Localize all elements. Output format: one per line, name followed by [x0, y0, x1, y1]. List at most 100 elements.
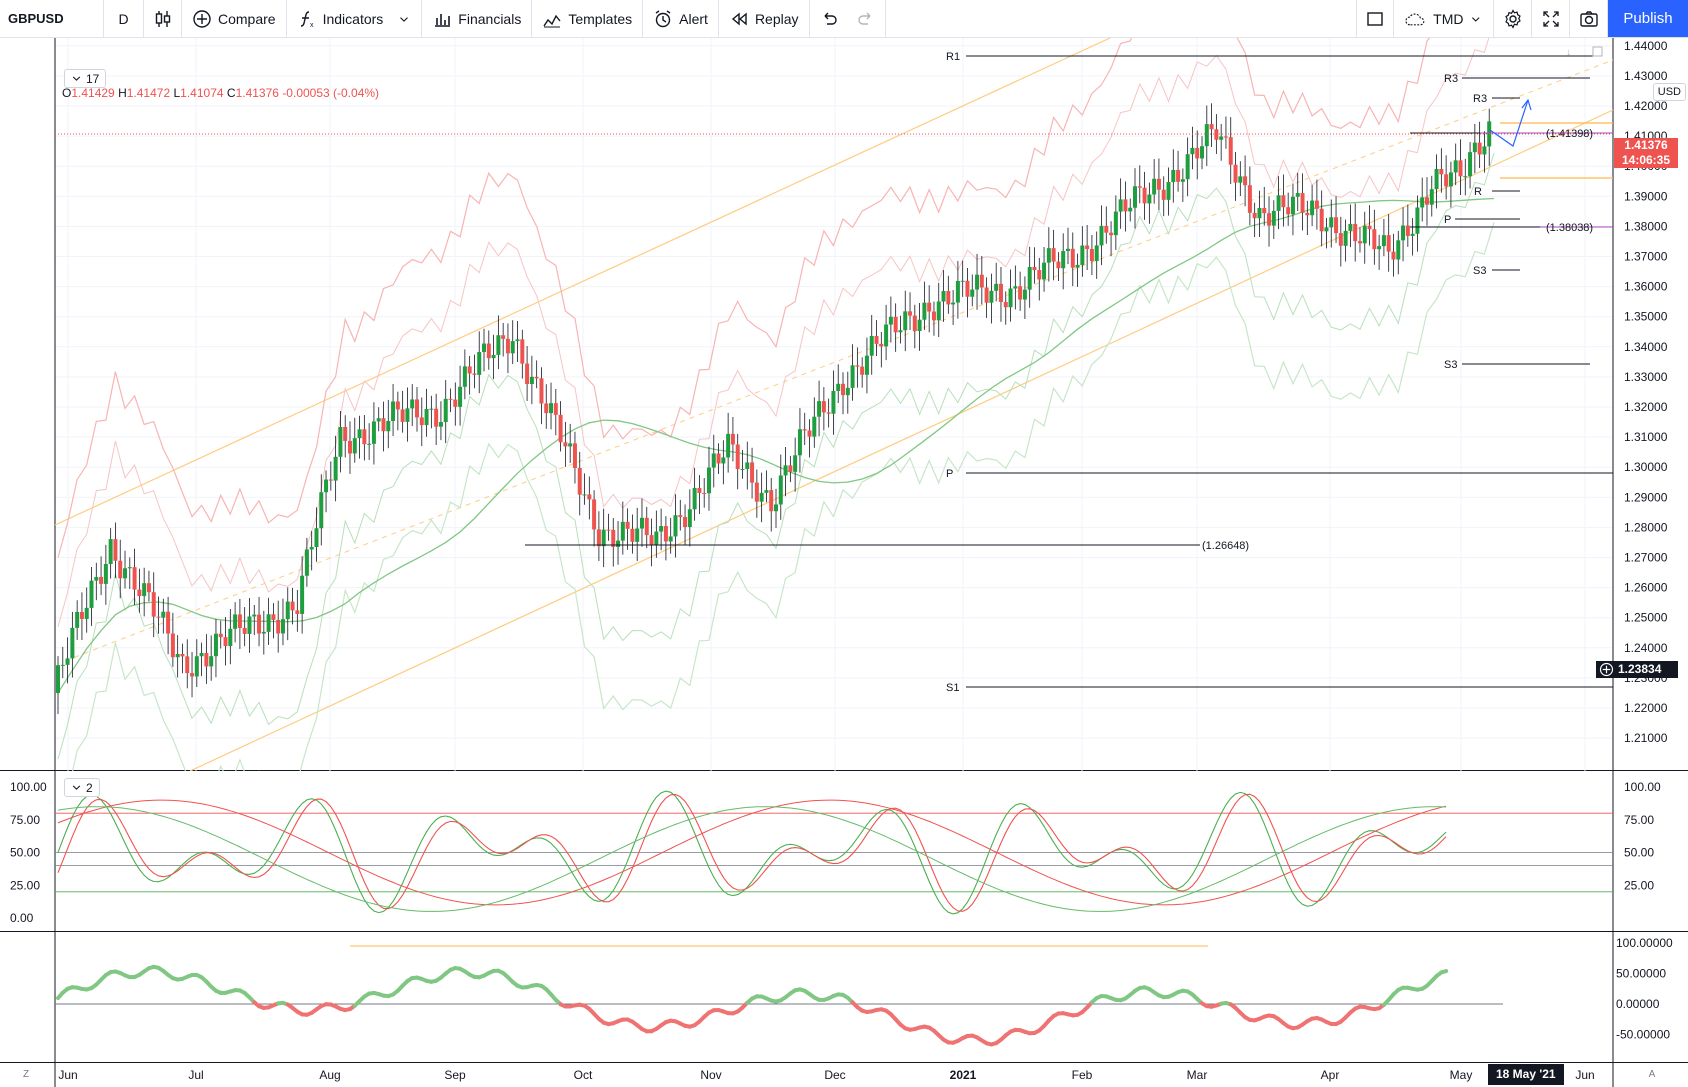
price-chart[interactable]: 1.440001.430001.420001.410001.400001.390… — [0, 38, 1688, 771]
time-axis-label: Mar — [1187, 1068, 1208, 1082]
snapshot-button[interactable] — [1570, 0, 1608, 37]
candle-body — [558, 414, 563, 443]
high-value: 1.41472 — [126, 86, 171, 100]
compare-button[interactable]: Compare — [182, 0, 287, 37]
square-layout-icon — [1367, 11, 1383, 26]
candle-body — [1037, 270, 1042, 280]
r-small-level-label: R — [1474, 186, 1482, 198]
price-axis-label: 1.31000 — [1624, 430, 1668, 444]
candle-up — [1185, 137, 1190, 197]
candle-body — [893, 316, 898, 333]
low-marker-label: (1.26648) — [1202, 540, 1249, 552]
candle-body — [1310, 200, 1315, 216]
candle-up — [654, 510, 659, 558]
zoom-button[interactable]: Z — [18, 1067, 34, 1083]
channel-lower-line — [189, 109, 1614, 771]
stochastic-pane[interactable]: 100.00 75.00 50.00 25.00 0.00 100.00 75.00 50.0… — [0, 771, 1688, 932]
candle-down — [1137, 165, 1142, 204]
momentum-pane[interactable]: 100.00000 50.00000 0.00000 -50.00000 — [0, 932, 1688, 1063]
candle-body — [1453, 160, 1458, 173]
candle-down — [1262, 186, 1267, 226]
candle-body — [247, 616, 252, 634]
indicators-button[interactable]: x Indicators — [287, 0, 423, 37]
settings-button[interactable] — [1494, 0, 1532, 37]
momentum-chart[interactable]: 100.00000 50.00000 0.00000 -50.00000 — [0, 932, 1688, 1063]
alert-button[interactable]: Alert — [643, 0, 719, 37]
currency-badge[interactable]: USD — [1652, 83, 1686, 101]
candle-body — [314, 528, 319, 547]
candle-body — [1319, 208, 1324, 232]
auto-scale-button[interactable]: A — [1644, 1067, 1660, 1083]
financials-button[interactable]: Financials — [422, 0, 533, 37]
candle-body — [261, 631, 266, 634]
interval-button[interactable]: D — [104, 0, 144, 37]
candle-down — [611, 518, 616, 567]
candle-body — [462, 366, 467, 387]
candle-body — [1156, 178, 1161, 190]
candle-body — [539, 378, 544, 404]
candle-up — [1113, 195, 1118, 250]
candle-up — [936, 282, 941, 338]
time-axis[interactable]: Jun Jul Aug Sep Oct Nov Dec 2021 Feb Mar Apr May Jun… — [0, 1063, 1688, 1087]
candle-up — [922, 281, 927, 330]
oscillator-legend-toggle[interactable]: 2 — [64, 778, 100, 797]
candle-up — [1434, 154, 1439, 209]
undo-button[interactable] — [810, 0, 848, 37]
candle-body — [960, 280, 965, 282]
candle-body — [821, 401, 826, 413]
time-axis-label: Jun — [1575, 1068, 1594, 1082]
candle-body — [438, 422, 443, 427]
plus-circle-icon — [193, 9, 211, 28]
candle-down — [79, 592, 84, 640]
publish-button[interactable]: Publish — [1608, 0, 1688, 37]
save-layout-button[interactable]: TMD — [1394, 0, 1494, 37]
candle-down — [644, 506, 649, 549]
price-pane[interactable]: 1.440001.430001.420001.410001.400001.390… — [0, 38, 1688, 771]
candle-down — [596, 511, 601, 561]
indicators-legend-toggle[interactable]: 17 — [64, 69, 107, 88]
symbol-search-button[interactable]: GBPUSD — [0, 0, 104, 37]
crosshair-price-tag[interactable]: 1.23834 — [1596, 661, 1678, 678]
candle-up — [1310, 184, 1315, 226]
candle-body — [204, 653, 209, 667]
candle-up — [994, 262, 999, 302]
candle-up — [884, 304, 889, 361]
stochastic-chart[interactable]: 100.00 75.00 50.00 25.00 0.00 100.00 75.00 50.0… — [0, 771, 1688, 932]
alarm-clock-icon — [655, 9, 671, 27]
price-axis-label: 1.22000 — [1624, 701, 1668, 715]
replay-button[interactable]: Replay — [719, 0, 810, 37]
price-axis-label: 1.33000 — [1624, 370, 1668, 384]
rewind-icon — [731, 12, 747, 25]
candle-body — [577, 467, 582, 495]
templates-button[interactable]: Templates — [532, 0, 644, 37]
chart-type-button[interactable] — [144, 0, 182, 37]
candle-body — [1386, 235, 1391, 252]
candle-up — [1290, 183, 1295, 236]
candle-body — [295, 610, 300, 614]
redo-button[interactable] — [848, 0, 886, 37]
candle-down — [1243, 155, 1248, 207]
candle-body — [1109, 232, 1114, 236]
candle-body — [884, 324, 889, 347]
candle-body — [525, 363, 530, 385]
fullscreen-button[interactable] — [1532, 0, 1570, 37]
candle-up — [1008, 269, 1013, 322]
candle-down — [1391, 233, 1396, 277]
candle-down — [170, 612, 175, 667]
candle-down — [343, 415, 348, 458]
candle-body — [836, 383, 841, 392]
candle-down — [362, 414, 367, 461]
candle-body — [146, 583, 151, 593]
candle-up — [1468, 142, 1473, 189]
time-axis-label: Dec — [824, 1068, 845, 1082]
layout-select-button[interactable] — [1356, 0, 1394, 37]
candle-body — [276, 619, 281, 634]
candle-up — [266, 597, 271, 646]
candle-up — [1219, 123, 1224, 161]
candle-body — [1032, 267, 1037, 271]
price-axis-label: 1.34000 — [1624, 340, 1668, 354]
candle-down — [290, 587, 295, 625]
candle-body — [706, 467, 711, 494]
candle-body — [1482, 146, 1487, 155]
candle-down — [1405, 204, 1410, 247]
